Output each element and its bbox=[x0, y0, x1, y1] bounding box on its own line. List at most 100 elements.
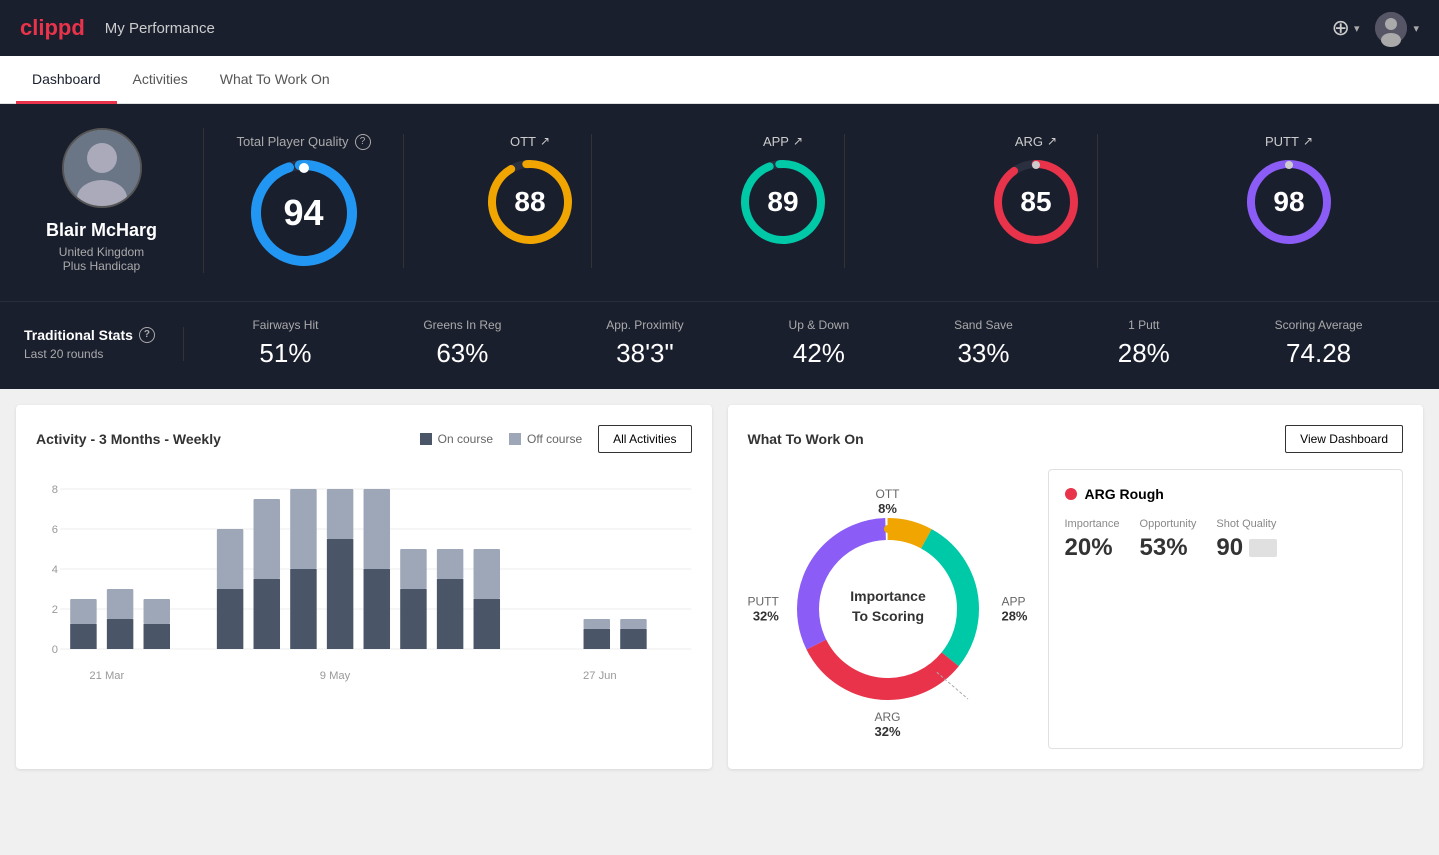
one-putt-stat: 1 Putt 28% bbox=[1118, 318, 1170, 369]
work-on-inner: Importance To Scoring OTT 8% APP bbox=[748, 469, 1404, 749]
opportunity-value: 53% bbox=[1140, 534, 1197, 562]
quality-scores: Total Player Quality ? 94 OTT bbox=[204, 134, 1415, 268]
trad-stats-values: Fairways Hit 51% Greens In Reg 63% App. … bbox=[184, 318, 1415, 369]
view-dashboard-button[interactable]: View Dashboard bbox=[1285, 425, 1403, 453]
off-course-legend: Off course bbox=[509, 432, 582, 446]
player-country: United Kingdom bbox=[59, 245, 144, 259]
scoring-avg-stat: Scoring Average 74.28 bbox=[1275, 318, 1363, 369]
avatar[interactable] bbox=[1375, 12, 1407, 44]
traditional-stats: Traditional Stats ? Last 20 rounds Fairw… bbox=[0, 301, 1439, 389]
arg-donut-label: ARG 32% bbox=[874, 710, 900, 739]
sub-scores: OTT ↗ 88 APP ↗ bbox=[404, 134, 1415, 268]
app-score: APP ↗ 89 bbox=[722, 134, 845, 268]
user-chevron-icon: ▾ bbox=[1413, 22, 1419, 35]
importance-metric: Importance 20% bbox=[1065, 518, 1120, 562]
up-and-down-stat: Up & Down 42% bbox=[789, 318, 850, 369]
header-right: ⊕ ▾ ▾ bbox=[1332, 12, 1420, 44]
putt-label: PUTT ↗ bbox=[1265, 134, 1313, 149]
bar-chart-container: 8 6 4 2 0 bbox=[36, 469, 692, 704]
app-value: 89 bbox=[767, 186, 798, 218]
up-down-value: 42% bbox=[793, 338, 845, 369]
user-menu[interactable]: ▾ bbox=[1375, 12, 1419, 44]
hero-section: Blair McHarg United Kingdom Plus Handica… bbox=[0, 104, 1439, 301]
avatar bbox=[62, 128, 142, 208]
svg-text:To Scoring: To Scoring bbox=[851, 608, 923, 624]
all-activities-button[interactable]: All Activities bbox=[598, 425, 691, 453]
bar-chart-svg: 8 6 4 2 0 bbox=[60, 469, 692, 699]
page-title: My Performance bbox=[105, 20, 215, 37]
tab-activities[interactable]: Activities bbox=[117, 57, 204, 104]
tab-what-to-work-on[interactable]: What To Work On bbox=[204, 57, 346, 104]
detail-dot bbox=[1065, 488, 1077, 500]
detail-header: ARG Rough bbox=[1065, 486, 1387, 502]
ott-arrow-icon: ↗ bbox=[540, 134, 550, 148]
work-on-card: What To Work On View Dashboard bbox=[728, 405, 1424, 769]
ott-circle: 88 bbox=[485, 157, 575, 247]
scoring-avg-label: Scoring Average bbox=[1275, 318, 1363, 332]
work-on-detail-container: ARG Rough Importance 20% Opportunity 53%… bbox=[1048, 469, 1404, 749]
greens-label: Greens In Reg bbox=[423, 318, 501, 332]
ott-label: OTT ↗ bbox=[510, 134, 550, 149]
app-label: APP ↗ bbox=[763, 134, 803, 149]
donut-chart-container: Importance To Scoring OTT 8% APP bbox=[748, 469, 1028, 749]
svg-text:9 May: 9 May bbox=[320, 670, 351, 682]
putt-circle: 98 bbox=[1244, 157, 1334, 247]
quality-title: Total Player Quality ? bbox=[237, 134, 371, 150]
svg-text:21 Mar: 21 Mar bbox=[89, 670, 124, 682]
putt-value: 98 bbox=[1273, 186, 1304, 218]
total-quality: Total Player Quality ? 94 bbox=[204, 134, 404, 268]
svg-text:8: 8 bbox=[52, 484, 58, 496]
add-button[interactable]: ⊕ ▾ bbox=[1332, 15, 1360, 41]
header: clippd My Performance ⊕ ▾ ▾ bbox=[0, 0, 1439, 56]
app-prox-label: App. Proximity bbox=[606, 318, 683, 332]
app-prox-value: 38'3" bbox=[616, 338, 674, 369]
importance-value: 20% bbox=[1065, 534, 1120, 562]
arg-score: ARG ↗ 85 bbox=[975, 134, 1098, 268]
player-avatar-icon bbox=[62, 128, 142, 208]
logo[interactable]: clippd bbox=[20, 15, 85, 41]
trad-help-icon[interactable]: ? bbox=[139, 327, 155, 343]
opportunity-label: Opportunity bbox=[1140, 518, 1197, 530]
app-circle: 89 bbox=[738, 157, 828, 247]
fairways-value: 51% bbox=[259, 338, 311, 369]
opportunity-metric: Opportunity 53% bbox=[1140, 518, 1197, 562]
app-donut-label: APP 28% bbox=[1001, 595, 1027, 624]
activity-title: Activity - 3 Months - Weekly bbox=[36, 431, 221, 447]
putt-donut-label: PUTT 32% bbox=[748, 595, 779, 624]
arg-value: 85 bbox=[1020, 186, 1051, 218]
fairways-hit-stat: Fairways Hit 51% bbox=[252, 318, 318, 369]
trad-stats-title: Traditional Stats ? bbox=[24, 327, 159, 343]
ott-donut-label: OTT 8% bbox=[876, 487, 900, 516]
help-icon[interactable]: ? bbox=[355, 134, 371, 150]
main-content: Activity - 3 Months - Weekly On course O… bbox=[0, 389, 1439, 785]
shot-quality-metric: Shot Quality 90 bbox=[1216, 518, 1277, 562]
shot-quality-label: Shot Quality bbox=[1216, 518, 1277, 530]
detail-metrics: Importance 20% Opportunity 53% Shot Qual… bbox=[1065, 518, 1387, 562]
tab-dashboard[interactable]: Dashboard bbox=[16, 57, 117, 104]
greens-value: 63% bbox=[436, 338, 488, 369]
trad-stats-label: Traditional Stats ? Last 20 rounds bbox=[24, 327, 184, 361]
arg-label: ARG ↗ bbox=[1015, 134, 1057, 149]
logo-text: clippd bbox=[20, 15, 85, 41]
player-handicap: Plus Handicap bbox=[63, 259, 140, 273]
activity-card: Activity - 3 Months - Weekly On course O… bbox=[16, 405, 712, 769]
avatar-icon bbox=[1375, 12, 1407, 44]
sand-save-label: Sand Save bbox=[954, 318, 1013, 332]
off-course-dot bbox=[509, 433, 521, 445]
up-down-label: Up & Down bbox=[789, 318, 850, 332]
nav-tabs: Dashboard Activities What To Work On bbox=[0, 56, 1439, 104]
work-on-header: What To Work On View Dashboard bbox=[748, 425, 1404, 453]
svg-text:6: 6 bbox=[52, 524, 58, 536]
svg-text:0: 0 bbox=[52, 644, 58, 656]
arg-arrow-icon: ↗ bbox=[1047, 134, 1057, 148]
scoring-avg-value: 74.28 bbox=[1286, 338, 1351, 369]
header-left: clippd My Performance bbox=[20, 15, 215, 41]
putt-score: PUTT ↗ 98 bbox=[1228, 134, 1350, 268]
work-on-title: What To Work On bbox=[748, 431, 864, 447]
one-putt-value: 28% bbox=[1118, 338, 1170, 369]
importance-label: Importance bbox=[1065, 518, 1120, 530]
fairways-label: Fairways Hit bbox=[252, 318, 318, 332]
activity-card-header: Activity - 3 Months - Weekly On course O… bbox=[36, 425, 692, 453]
main-score-value: 94 bbox=[283, 192, 323, 234]
shot-quality-value: 90 bbox=[1216, 534, 1277, 562]
